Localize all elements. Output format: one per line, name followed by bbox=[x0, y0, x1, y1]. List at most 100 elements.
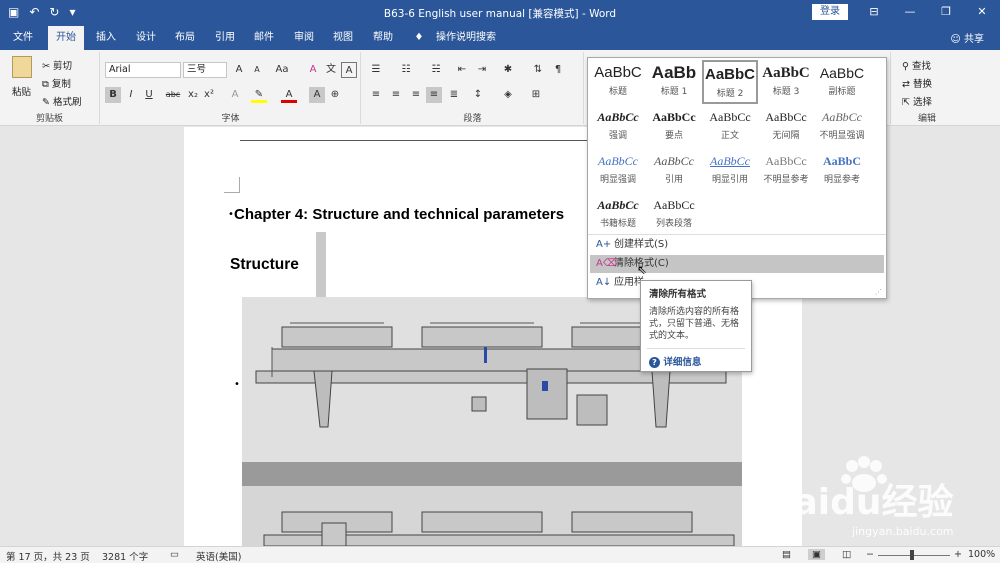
select-button[interactable]: ⇱ 选择 bbox=[902, 94, 932, 108]
align-left-icon[interactable]: ≡ bbox=[368, 87, 384, 103]
style-heading-2[interactable]: AaBbC 标题 2 bbox=[702, 60, 758, 104]
tab-insert[interactable]: 插入 bbox=[88, 26, 124, 50]
copy-button[interactable]: ⧉ 复制 bbox=[42, 76, 71, 90]
paste-icon[interactable] bbox=[12, 56, 32, 78]
char-border-icon[interactable]: A bbox=[341, 62, 357, 78]
zoom-slider[interactable] bbox=[878, 555, 950, 556]
numbering-icon[interactable]: ☷ bbox=[398, 62, 414, 78]
style-strong[interactable]: AaBbCc 要点 bbox=[646, 104, 702, 148]
print-layout-icon[interactable]: ▣ bbox=[808, 549, 825, 560]
grow-font-icon[interactable]: A bbox=[231, 62, 247, 78]
style-normal[interactable]: AaBbCc 正文 bbox=[702, 104, 758, 148]
tab-layout[interactable]: 布局 bbox=[167, 26, 203, 50]
proofing-icon[interactable]: ▭ bbox=[170, 549, 179, 560]
borders-icon[interactable]: ⊞ bbox=[528, 87, 544, 103]
sort-icon[interactable]: ⇅ bbox=[530, 62, 546, 78]
style-intense-quote[interactable]: AaBbCc 明显引用 bbox=[702, 148, 758, 192]
tab-view[interactable]: 视图 bbox=[325, 26, 361, 50]
font-color-icon[interactable]: A bbox=[281, 87, 297, 103]
shrink-font-icon[interactable]: A bbox=[249, 62, 265, 78]
tab-mailings[interactable]: 邮件 bbox=[246, 26, 282, 50]
structure-heading[interactable]: Structure bbox=[230, 256, 299, 274]
align-center-icon[interactable]: ≡ bbox=[388, 87, 404, 103]
style-subtitle[interactable]: AaBbC 副标题 bbox=[814, 60, 870, 104]
minimize-icon[interactable]: — bbox=[892, 0, 928, 26]
style-title[interactable]: AaBbC 标题 bbox=[590, 60, 646, 104]
format-painter-button[interactable]: ✎ 格式刷 bbox=[42, 94, 82, 108]
tooltip-help-link[interactable]: ? 详细信息 bbox=[649, 354, 701, 368]
word-count[interactable]: 3281 个字 bbox=[102, 549, 148, 563]
replace-button[interactable]: ⇄ 替换 bbox=[902, 76, 932, 90]
italic-icon[interactable]: I bbox=[123, 87, 139, 103]
font-size-input[interactable]: 三号 bbox=[183, 62, 227, 78]
decrease-indent-icon[interactable]: ⇤ bbox=[454, 62, 470, 78]
close-icon[interactable]: ✕ bbox=[964, 0, 1000, 26]
tell-me-search[interactable]: 操作说明搜索 bbox=[430, 26, 502, 50]
paste-button[interactable]: 粘贴 bbox=[12, 84, 31, 98]
lightbulb-icon: ♦ bbox=[414, 32, 424, 43]
read-mode-icon[interactable]: ▤ bbox=[782, 549, 791, 560]
underline-icon[interactable]: U bbox=[141, 87, 157, 103]
char-shading-icon[interactable]: A bbox=[309, 87, 325, 103]
tab-home[interactable]: 开始 bbox=[48, 26, 84, 50]
tab-help[interactable]: 帮助 bbox=[365, 26, 401, 50]
heading-marker-icon: • bbox=[228, 209, 234, 220]
line-spacing-icon[interactable]: ↕ bbox=[470, 87, 486, 103]
web-layout-icon[interactable]: ◫ bbox=[842, 549, 851, 560]
create-style-menu-item[interactable]: A+ 创建样式(S) bbox=[590, 236, 884, 254]
align-right-icon[interactable]: ≡ bbox=[408, 87, 424, 103]
tab-references[interactable]: 引用 bbox=[207, 26, 243, 50]
style-quote[interactable]: AaBbCc 引用 bbox=[646, 148, 702, 192]
tab-file[interactable]: 文件 bbox=[2, 26, 44, 50]
asian-layout-icon[interactable]: ✱ bbox=[500, 62, 516, 78]
style-list-paragraph[interactable]: AaBbCc 列表段落 bbox=[646, 192, 702, 236]
page-count[interactable]: 第 17 页，共 23 页 bbox=[6, 549, 90, 563]
style-intense-emphasis[interactable]: AaBbCc 明显强调 bbox=[590, 148, 646, 192]
distributed-icon[interactable]: ≣ bbox=[446, 87, 462, 103]
cut-button[interactable]: ✂ 剪切 bbox=[42, 58, 72, 72]
superscript-icon[interactable]: x² bbox=[201, 87, 217, 103]
clear-formatting-icon: A⌫ bbox=[596, 258, 617, 269]
highlight-icon[interactable]: ✎ bbox=[251, 87, 267, 103]
phonetic-icon[interactable]: 文 bbox=[323, 62, 339, 78]
justify-icon[interactable]: ≡ bbox=[426, 87, 442, 103]
enclose-char-icon[interactable]: ⊕ bbox=[327, 87, 343, 103]
chapter-heading[interactable]: Chapter 4: Structure and technical param… bbox=[234, 206, 564, 223]
resize-grip-icon[interactable]: ⋰ bbox=[875, 288, 882, 296]
style-heading-1[interactable]: AaBb 标题 1 bbox=[646, 60, 702, 104]
clear-formatting-menu-item[interactable]: A⌫ 清除格式(C) bbox=[590, 255, 884, 273]
zoom-slider-thumb[interactable] bbox=[910, 550, 914, 560]
multilevel-list-icon[interactable]: ☵ bbox=[428, 62, 444, 78]
style-book-title[interactable]: AaBbCc 书籍标题 bbox=[590, 192, 646, 236]
zoom-level[interactable]: 100% bbox=[968, 549, 995, 560]
login-button[interactable]: 登录 bbox=[812, 4, 848, 20]
subscript-icon[interactable]: x₂ bbox=[185, 87, 201, 103]
find-button[interactable]: ⚲ 查找 bbox=[902, 58, 931, 72]
style-intense-reference[interactable]: AaBbC 明显参考 bbox=[814, 148, 870, 192]
shading-icon[interactable]: ◈ bbox=[500, 87, 516, 103]
language-status[interactable]: 英语(美国) bbox=[196, 549, 241, 563]
zoom-in-icon[interactable]: + bbox=[954, 549, 962, 560]
person-icon: ☺ bbox=[950, 34, 961, 45]
font-name-input[interactable]: Arial bbox=[105, 62, 181, 78]
text-effects-icon[interactable]: A bbox=[227, 87, 243, 103]
style-no-spacing[interactable]: AaBbCc 无间隔 bbox=[758, 104, 814, 148]
style-heading-3[interactable]: AaBbC 标题 3 bbox=[758, 60, 814, 104]
restore-icon[interactable]: ❐ bbox=[928, 0, 964, 26]
zoom-out-icon[interactable]: − bbox=[866, 549, 874, 560]
increase-indent-icon[interactable]: ⇥ bbox=[474, 62, 490, 78]
style-subtle-reference[interactable]: AaBbCc 不明显参考 bbox=[758, 148, 814, 192]
change-case-button[interactable]: Aa bbox=[271, 62, 293, 78]
clear-format-icon[interactable]: A bbox=[305, 62, 321, 78]
tab-design[interactable]: 设计 bbox=[128, 26, 164, 50]
bullets-icon[interactable]: ☰ bbox=[368, 62, 384, 78]
tab-review[interactable]: 审阅 bbox=[286, 26, 322, 50]
show-marks-icon[interactable]: ¶ bbox=[550, 62, 566, 78]
ribbon-display-icon[interactable]: ⊟ bbox=[856, 0, 892, 26]
style-emphasis[interactable]: AaBbCc 强调 bbox=[590, 104, 646, 148]
share-button[interactable]: ☺ 共享 bbox=[950, 30, 984, 45]
strikethrough-icon[interactable]: abc bbox=[165, 87, 181, 103]
style-subtle-emphasis[interactable]: AaBbCc 不明显强调 bbox=[814, 104, 870, 148]
create-style-icon: A+ bbox=[596, 239, 612, 250]
bold-icon[interactable]: B bbox=[105, 87, 121, 103]
